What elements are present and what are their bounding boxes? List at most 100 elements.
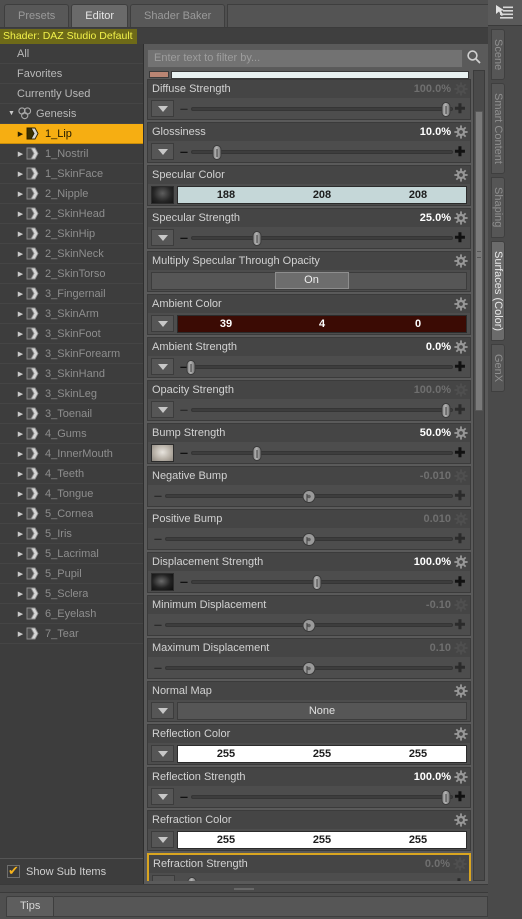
tree-item-3_SkinHand[interactable]: ▶ 3_SkinHand (0, 364, 143, 384)
tree-group-favorites[interactable]: Favorites (0, 64, 143, 84)
expander-icon[interactable]: ▶ (15, 170, 26, 178)
property-expand-button[interactable] (151, 831, 174, 848)
property-value[interactable]: 100.0% (414, 83, 454, 95)
gear-icon[interactable] (454, 168, 468, 182)
property-value[interactable]: 0.0% (426, 341, 454, 353)
slider-knob[interactable] (441, 790, 451, 805)
expander-icon[interactable]: ▶ (15, 450, 26, 458)
increment-button[interactable]: ✚ (453, 532, 467, 545)
expander-icon[interactable]: ▶ (15, 430, 26, 438)
slider-track-wrap[interactable] (165, 486, 453, 505)
property-expand-button[interactable] (151, 358, 174, 375)
tab-editor[interactable]: Editor (71, 4, 129, 27)
slider-track-wrap[interactable] (165, 529, 453, 548)
decrement-button[interactable]: ‒ (177, 403, 191, 416)
gear-icon[interactable] (454, 641, 468, 655)
property-value[interactable]: 0.0% (425, 858, 453, 870)
decrement-button[interactable]: ‒ (177, 575, 191, 588)
gear-icon[interactable] (454, 727, 468, 741)
expander-icon[interactable]: ▶ (15, 130, 26, 138)
increment-button[interactable]: ✚ (452, 877, 466, 881)
property-value[interactable]: -0.010 (420, 470, 454, 482)
slider[interactable]: ‒✚ (177, 357, 467, 376)
decrement-button[interactable]: ‒ (151, 532, 165, 545)
diffuse-color-clipped-row[interactable] (147, 70, 471, 79)
slider[interactable]: ‒✚ (151, 615, 467, 634)
tree-item-3_Fingernail[interactable]: ▶ 3_Fingernail (0, 284, 143, 304)
tree-item-4_Gums[interactable]: ▶ 4_Gums (0, 424, 143, 444)
slider[interactable]: ‒✚ (151, 658, 467, 677)
expander-icon[interactable]: ▶ (15, 470, 26, 478)
slider-track-wrap[interactable] (191, 142, 453, 161)
property-value[interactable]: 100.0% (414, 384, 454, 396)
toggle-bar[interactable]: On (151, 271, 467, 290)
color-channel-g[interactable]: 208 (274, 189, 370, 201)
color-channel-g[interactable]: 4 (274, 318, 370, 330)
diffuse-color-thumbnail[interactable] (149, 71, 169, 78)
slider-track-wrap[interactable] (191, 400, 453, 419)
slider[interactable]: ‒✚ (177, 572, 467, 591)
slider-track-wrap[interactable] (191, 228, 453, 247)
tree-item-3_SkinLeg[interactable]: ▶ 3_SkinLeg (0, 384, 143, 404)
gear-icon[interactable] (454, 211, 468, 225)
search-input[interactable] (147, 48, 463, 68)
color-channel-r[interactable]: 255 (178, 748, 274, 760)
splitter-grip[interactable] (233, 886, 255, 891)
expander-icon[interactable]: ▶ (15, 610, 26, 618)
property-expand-button[interactable] (151, 745, 174, 762)
gear-icon[interactable] (454, 598, 468, 612)
gear-icon[interactable] (454, 469, 468, 483)
property-value[interactable]: 0.010 (423, 513, 454, 525)
tree-group-currently-used[interactable]: Currently Used (0, 84, 143, 104)
expander-icon[interactable]: ▶ (15, 330, 26, 338)
right-tab-scene[interactable]: Scene (491, 29, 505, 81)
color-value-field[interactable]: 255 255 255 (177, 744, 467, 763)
slider-track[interactable] (191, 150, 453, 154)
gear-icon[interactable] (454, 340, 468, 354)
property-value[interactable]: 0.10 (430, 642, 454, 654)
slider-knob[interactable] (186, 360, 196, 375)
expander-icon[interactable]: ▶ (15, 590, 26, 598)
surface-tree[interactable]: All Favorites Currently Used ▼ Genesis ▶ 1_Lip… (0, 44, 143, 858)
property-expand-button[interactable] (151, 315, 174, 332)
decrement-button[interactable]: ‒ (151, 618, 165, 631)
right-tab-smart-content[interactable]: Smart Content (491, 83, 505, 175)
tree-item-5_Iris[interactable]: ▶ 5_Iris (0, 524, 143, 544)
decrement-button[interactable]: ‒ (151, 661, 165, 674)
property-expand-button[interactable] (151, 788, 174, 805)
increment-button[interactable]: ✚ (453, 360, 467, 373)
gear-icon[interactable] (454, 297, 468, 311)
color-channel-b[interactable]: 255 (370, 748, 466, 760)
property-expand-button[interactable] (151, 100, 174, 117)
gear-icon[interactable] (454, 512, 468, 526)
expander-icon[interactable]: ▶ (15, 530, 26, 538)
property-expand-button[interactable] (151, 702, 174, 719)
right-tab-shaping[interactable]: Shaping (491, 177, 505, 238)
expander-icon[interactable]: ▶ (15, 370, 26, 378)
gear-icon[interactable] (454, 383, 468, 397)
gear-icon[interactable] (453, 857, 467, 871)
tree-item-2_SkinHip[interactable]: ▶ 2_SkinHip (0, 224, 143, 244)
slider-knob[interactable] (252, 446, 261, 461)
tree-item-3_SkinArm[interactable]: ▶ 3_SkinArm (0, 304, 143, 324)
color-channel-r[interactable]: 255 (178, 834, 274, 846)
slider-knob[interactable] (187, 877, 197, 881)
decrement-button[interactable]: ‒ (177, 231, 191, 244)
gear-icon[interactable] (454, 555, 468, 569)
slider[interactable]: ‒✚ (177, 99, 467, 118)
slider[interactable]: ‒✚ (151, 486, 467, 505)
property-value[interactable]: 100.0% (414, 771, 454, 783)
expander-icon[interactable]: ▼ (6, 110, 17, 117)
expander-icon[interactable]: ▶ (15, 550, 26, 558)
tree-item-3_Toenail[interactable]: ▶ 3_Toenail (0, 404, 143, 424)
expander-icon[interactable]: ▶ (15, 250, 26, 258)
slider-knob[interactable] (441, 403, 451, 418)
tree-item-2_Nipple[interactable]: ▶ 2_Nipple (0, 184, 143, 204)
slider[interactable]: ‒✚ (177, 400, 467, 419)
slider-track-wrap[interactable] (165, 615, 453, 634)
tree-item-7_Tear[interactable]: ▶ 7_Tear (0, 624, 143, 644)
increment-button[interactable]: ✚ (453, 489, 467, 502)
decrement-button[interactable]: ‒ (177, 102, 191, 115)
slider-knob[interactable] (312, 575, 322, 590)
expander-icon[interactable]: ▶ (15, 230, 26, 238)
